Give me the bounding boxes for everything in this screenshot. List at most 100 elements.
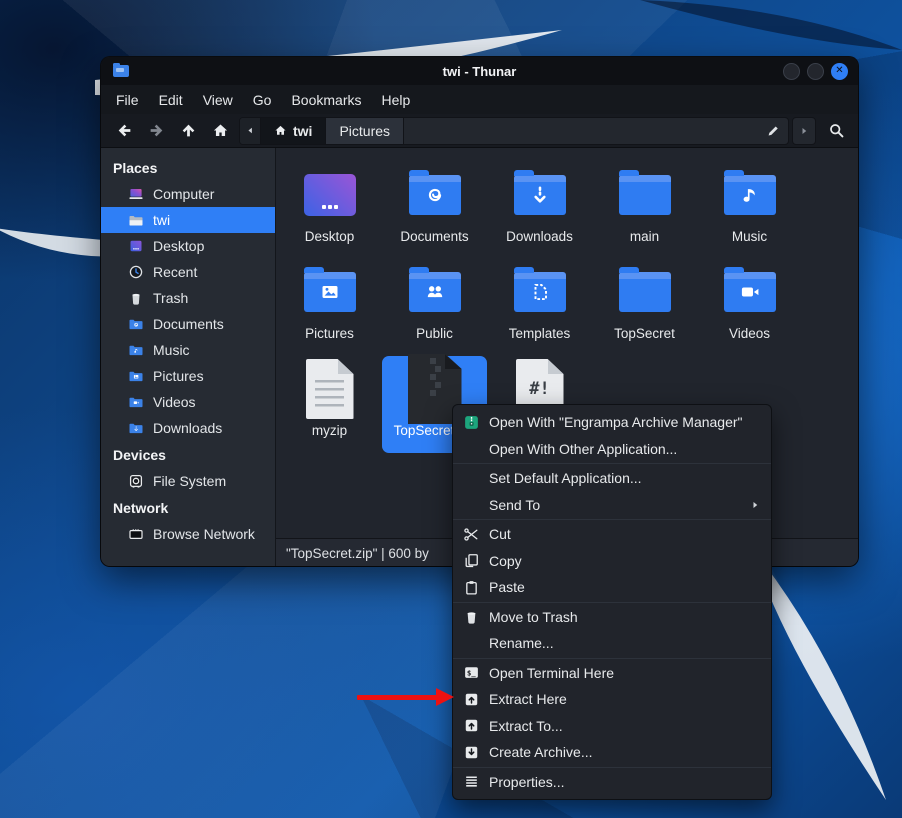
context-menu-item-send-to[interactable]: Send To <box>453 492 771 519</box>
zipper-decoration <box>430 358 436 364</box>
folder-template-icon <box>514 259 566 325</box>
sidebar-item-desktop[interactable]: Desktop <box>101 233 275 259</box>
menu-help[interactable]: Help <box>372 88 421 112</box>
menu-go[interactable]: Go <box>243 88 282 112</box>
status-text: "TopSecret.zip" | 600 by <box>286 546 429 561</box>
file-label: myzip <box>312 423 347 438</box>
context-menu-item-move-to-trash[interactable]: Move to Trash <box>453 604 771 631</box>
up-button[interactable] <box>173 118 203 144</box>
path-segment-twi[interactable]: twi <box>261 118 325 144</box>
menu-edit[interactable]: Edit <box>149 88 193 112</box>
menu-item-label: Extract To... <box>489 718 761 734</box>
sidebar-item-computer[interactable]: Computer <box>101 181 275 207</box>
sidebar-item-file-system[interactable]: File System <box>101 468 275 494</box>
titlebar[interactable]: twi - Thunar ✕ <box>101 57 858 85</box>
path-segment-pictures[interactable]: Pictures <box>325 118 404 144</box>
file-public[interactable]: Public <box>382 259 487 356</box>
path-scroll-left-button[interactable] <box>240 118 261 144</box>
folder-icon <box>724 175 776 215</box>
folder-download-icon <box>514 162 566 228</box>
context-menu-item-open-with-engrampa-archive-manager[interactable]: Open With "Engrampa Archive Manager" <box>453 409 771 436</box>
file-music[interactable]: Music <box>697 162 802 259</box>
toolbar: twiPictures <box>101 114 858 148</box>
desktop-mini-icon <box>128 238 144 254</box>
menu-separator <box>453 463 771 464</box>
folder-paperclip-icon <box>409 162 461 228</box>
context-menu-item-properties[interactable]: Properties... <box>453 769 771 796</box>
file-label: Desktop <box>305 229 355 244</box>
sidebar-item-music[interactable]: Music <box>101 337 275 363</box>
path-scroll-right-button[interactable] <box>792 117 816 145</box>
context-menu-item-create-archive[interactable]: Create Archive... <box>453 739 771 766</box>
file-templates[interactable]: Templates <box>487 259 592 356</box>
network-icon <box>128 526 144 542</box>
sidebar-item-downloads[interactable]: Downloads <box>101 415 275 441</box>
context-menu-item-open-terminal-here[interactable]: $_Open Terminal Here <box>453 660 771 687</box>
sidebar-item-videos[interactable]: Videos <box>101 389 275 415</box>
context-menu-item-set-default-application[interactable]: Set Default Application... <box>453 465 771 492</box>
archive-down-icon <box>463 744 480 761</box>
home-button[interactable] <box>205 118 235 144</box>
sidebar-item-documents[interactable]: Documents <box>101 311 275 337</box>
file-label: Documents <box>400 229 468 244</box>
folder-icon <box>514 272 566 312</box>
menu-item-label: Rename... <box>489 635 761 651</box>
sidebar-item-trash[interactable]: Trash <box>101 285 275 311</box>
forward-button[interactable] <box>141 118 171 144</box>
engrampa-icon <box>463 414 480 431</box>
file-main[interactable]: main <box>592 162 697 259</box>
search-button[interactable] <box>822 118 850 144</box>
svg-text:$_: $_ <box>467 669 476 678</box>
recent-icon <box>128 264 144 280</box>
menu-item-label: Send To <box>489 497 749 513</box>
minimize-button[interactable] <box>783 63 800 80</box>
context-menu-item-paste[interactable]: Paste <box>453 574 771 601</box>
file-myzip[interactable]: myzip <box>277 356 382 453</box>
menu-item-label: Create Archive... <box>489 744 761 760</box>
folder-icon <box>304 272 356 312</box>
file-videos[interactable]: Videos <box>697 259 802 356</box>
path-bar[interactable]: twiPictures <box>239 117 789 145</box>
sidebar-item-twi[interactable]: twi <box>101 207 275 233</box>
path-empty-area[interactable] <box>404 118 758 144</box>
folder-icon <box>724 272 776 312</box>
context-menu-item-extract-here[interactable]: Extract Here <box>453 686 771 713</box>
close-button[interactable]: ✕ <box>831 63 848 80</box>
file-label: Public <box>416 326 453 341</box>
folder-icon <box>409 175 461 215</box>
blank-icon <box>463 635 480 652</box>
menu-item-label: Open With "Engrampa Archive Manager" <box>489 414 761 430</box>
sidebar-item-label: Videos <box>153 394 196 410</box>
context-menu-item-cut[interactable]: Cut <box>453 521 771 548</box>
path-edit-button[interactable] <box>758 118 788 144</box>
file-downloads[interactable]: Downloads <box>487 162 592 259</box>
context-menu-item-extract-to[interactable]: Extract To... <box>453 713 771 740</box>
home-icon <box>274 124 287 137</box>
menu-item-label: Paste <box>489 579 761 595</box>
sidebar-item-recent[interactable]: Recent <box>101 259 275 285</box>
back-button[interactable] <box>109 118 139 144</box>
clipboard-icon <box>463 579 480 596</box>
maximize-button[interactable] <box>807 63 824 80</box>
text-lines-decoration <box>315 380 344 407</box>
sidebar-item-label: Recent <box>153 264 197 280</box>
context-menu-item-open-with-other-application[interactable]: Open With Other Application... <box>453 436 771 463</box>
sidebar-section-devices: Devices <box>101 441 275 468</box>
menu-bookmarks[interactable]: Bookmarks <box>281 88 371 112</box>
context-menu-item-rename[interactable]: Rename... <box>453 630 771 657</box>
desktop-icon <box>304 174 356 216</box>
sidebar-item-browse-network[interactable]: Browse Network <box>101 521 275 547</box>
file-topsecret[interactable]: TopSecret <box>592 259 697 356</box>
menu-view[interactable]: View <box>193 88 243 112</box>
file-desktop[interactable]: Desktop <box>277 162 382 259</box>
sidebar-item-label: twi <box>153 212 170 228</box>
file-documents[interactable]: Documents <box>382 162 487 259</box>
computer-icon <box>128 186 144 202</box>
forward-icon <box>148 122 165 139</box>
menu-separator <box>453 658 771 659</box>
context-menu-item-copy[interactable]: Copy <box>453 548 771 575</box>
menu-file[interactable]: File <box>106 88 149 112</box>
file-pictures[interactable]: Pictures <box>277 259 382 356</box>
extract-up-icon <box>463 691 480 708</box>
sidebar-item-pictures[interactable]: Pictures <box>101 363 275 389</box>
